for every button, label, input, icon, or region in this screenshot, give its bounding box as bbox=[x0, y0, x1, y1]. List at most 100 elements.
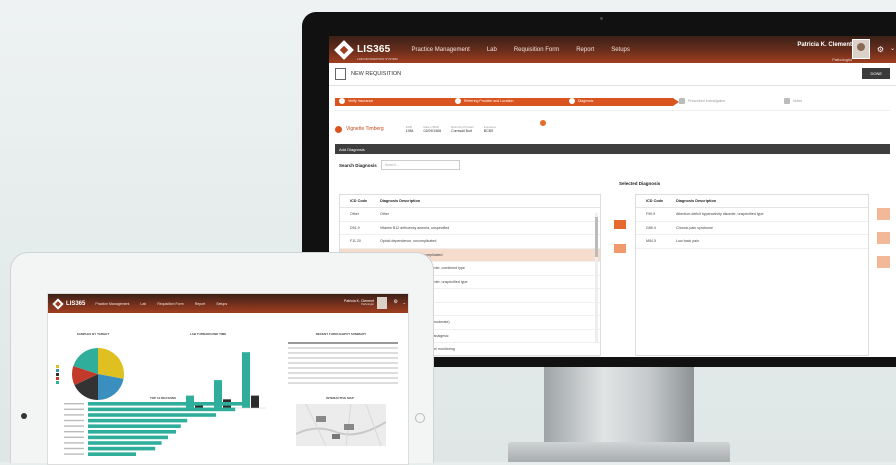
gear-icon[interactable]: ⚙ bbox=[394, 299, 398, 305]
pie-slice[interactable] bbox=[98, 348, 124, 379]
diagnosis-description-cell: Opioid dependence, uncomplicated bbox=[380, 239, 437, 244]
logo-text[interactable]: LIS365 bbox=[66, 301, 85, 307]
table-row[interactable]: G89.4 Chronic pain syndrome bbox=[636, 222, 868, 235]
hbar[interactable] bbox=[88, 446, 156, 451]
home-button-icon bbox=[21, 413, 27, 419]
bar-chart-title: LAB TURNAROUND TIME bbox=[189, 332, 227, 336]
search-input[interactable]: Search... bbox=[380, 160, 460, 170]
gear-icon[interactable]: ⚙ bbox=[877, 45, 884, 54]
patient-field: Insurance BCBS bbox=[484, 125, 496, 133]
nav-requisition-form[interactable]: Requisition Form bbox=[157, 302, 183, 306]
remove-diagnosis-button[interactable] bbox=[614, 244, 626, 253]
nav-practice-management[interactable]: Practice Management bbox=[95, 302, 129, 306]
person-icon bbox=[335, 125, 342, 133]
scrollbar[interactable] bbox=[595, 213, 598, 343]
hbar-label bbox=[64, 419, 84, 422]
step-verify-insurance[interactable]: Verify Insurance bbox=[339, 98, 373, 104]
logo-subtitle: LAB INFORMATION SYSTEM bbox=[357, 56, 398, 61]
nav-report[interactable]: Report bbox=[576, 47, 594, 53]
field-value: 1984 bbox=[405, 129, 414, 133]
avatar[interactable] bbox=[852, 39, 870, 59]
avatar[interactable] bbox=[377, 297, 387, 309]
hbar[interactable] bbox=[88, 435, 168, 440]
done-button[interactable]: DONE bbox=[862, 68, 890, 79]
column-header[interactable]: ICD Code bbox=[340, 199, 380, 203]
interactive-map[interactable] bbox=[296, 404, 386, 446]
diagnosis-description-cell: Chronic pain syndrome bbox=[676, 225, 713, 230]
hbar[interactable] bbox=[88, 413, 216, 417]
hbar[interactable] bbox=[88, 430, 176, 434]
column-header[interactable]: ICD Code bbox=[636, 199, 676, 203]
nav-setups[interactable]: Setups bbox=[611, 47, 630, 53]
move-up-button[interactable] bbox=[877, 208, 890, 220]
nav-requisition-form[interactable]: Requisition Form bbox=[514, 47, 559, 53]
table-header: ICD Code Diagnosis Description bbox=[636, 195, 868, 208]
main-nav: Practice Management Lab Requisition Form… bbox=[411, 47, 646, 53]
user-role: Pathologist bbox=[361, 303, 374, 306]
table-row bbox=[288, 347, 398, 349]
tablet-screen: LIS365 Practice Management Lab Requisiti… bbox=[47, 293, 409, 465]
nav-lab[interactable]: Lab bbox=[487, 47, 497, 53]
table-row[interactable]: F11.20 Opioid dependence, uncomplicated bbox=[340, 235, 600, 249]
hbar[interactable] bbox=[88, 418, 188, 423]
chevron-down-icon[interactable]: ⌄ bbox=[403, 300, 406, 305]
notification-badge[interactable] bbox=[540, 120, 546, 126]
delete-row-button[interactable] bbox=[877, 256, 890, 268]
horizontal-bar-chart bbox=[64, 402, 248, 456]
main-nav: Practice Management Lab Requisition Form… bbox=[95, 302, 238, 306]
step-referring-provider[interactable]: Referring Provider and Location bbox=[455, 98, 513, 104]
table-row bbox=[288, 362, 398, 364]
hbar[interactable] bbox=[88, 441, 162, 445]
user-info[interactable]: Patricia K. Clement Pathologist bbox=[344, 299, 374, 306]
table-row[interactable]: F90.9 Attention-deficit hyperactivity dis… bbox=[636, 208, 868, 222]
scrollbar-thumb[interactable] bbox=[595, 217, 598, 257]
table-header: ICD Code Diagnosis Description bbox=[340, 195, 600, 208]
table-row bbox=[288, 372, 398, 374]
document-icon bbox=[335, 68, 346, 80]
patient-field: Date of Birth 02/09/1968 bbox=[424, 125, 442, 133]
note-icon bbox=[784, 98, 790, 104]
table-row[interactable]: Other Other bbox=[340, 208, 600, 222]
step-diagnosis[interactable]: Diagnosis bbox=[569, 98, 593, 104]
hbar[interactable] bbox=[88, 452, 136, 456]
flask-icon bbox=[679, 98, 685, 104]
step-prescribed-investigation[interactable]: Prescribed Investigation bbox=[679, 98, 725, 104]
app-header: LIS365 Practice Management Lab Requisiti… bbox=[48, 294, 408, 313]
divider bbox=[335, 110, 890, 111]
hbar-label bbox=[64, 414, 84, 416]
legend-swatch bbox=[56, 368, 59, 372]
step-notes[interactable]: Notes bbox=[784, 98, 802, 104]
table-row[interactable]: D51.9 Vitamin B12 deficiency anemia, unsp… bbox=[340, 222, 600, 235]
hbar[interactable] bbox=[88, 424, 181, 428]
legend-swatch bbox=[56, 372, 59, 376]
icd-code-cell: F11.20 bbox=[350, 239, 361, 244]
step-label: Referring Provider and Location bbox=[464, 99, 514, 103]
column-header[interactable]: Diagnosis Description bbox=[676, 199, 868, 203]
legend-swatch bbox=[56, 376, 59, 380]
diagnosis-description-cell: Vitamin B12 deficiency anemia, unspecifi… bbox=[380, 225, 450, 230]
nav-practice-management[interactable]: Practice Management bbox=[411, 47, 469, 53]
summary-table-title: RECENT THROUGHPUT SUMMARY bbox=[315, 332, 367, 336]
hbar[interactable] bbox=[88, 407, 236, 412]
nav-setups[interactable]: Setups bbox=[216, 302, 227, 306]
hbar[interactable] bbox=[88, 402, 248, 406]
diagnosis-description-cell: Other bbox=[380, 212, 389, 217]
hbar-label bbox=[64, 453, 84, 455]
pie-chart-title: SAMPLES BY TARGET bbox=[76, 332, 110, 336]
table-row[interactable]: M54.5 Low back pain bbox=[636, 235, 868, 249]
column-header[interactable]: Diagnosis Description bbox=[380, 199, 600, 203]
app-header: LIS365 LAB INFORMATION SYSTEM Practice M… bbox=[329, 36, 896, 63]
field-value: Cornwall Burt bbox=[451, 129, 473, 133]
selected-diagnosis-label: Selected Diagnosis bbox=[619, 181, 661, 186]
nav-report[interactable]: Report bbox=[195, 302, 206, 306]
nav-lab[interactable]: Lab bbox=[140, 302, 146, 306]
add-diagnosis-button[interactable] bbox=[614, 220, 626, 229]
table-row bbox=[288, 352, 398, 354]
check-icon bbox=[569, 98, 575, 104]
search-label: Search Diagnosis bbox=[339, 162, 377, 168]
table-row bbox=[288, 357, 398, 359]
move-down-button[interactable] bbox=[877, 232, 890, 244]
chevron-down-icon[interactable]: ⌄ bbox=[890, 45, 895, 52]
map-title: INTERACTIVE MAP bbox=[326, 396, 354, 400]
app-logo[interactable]: LIS365 LAB INFORMATION SYSTEM bbox=[334, 39, 398, 61]
